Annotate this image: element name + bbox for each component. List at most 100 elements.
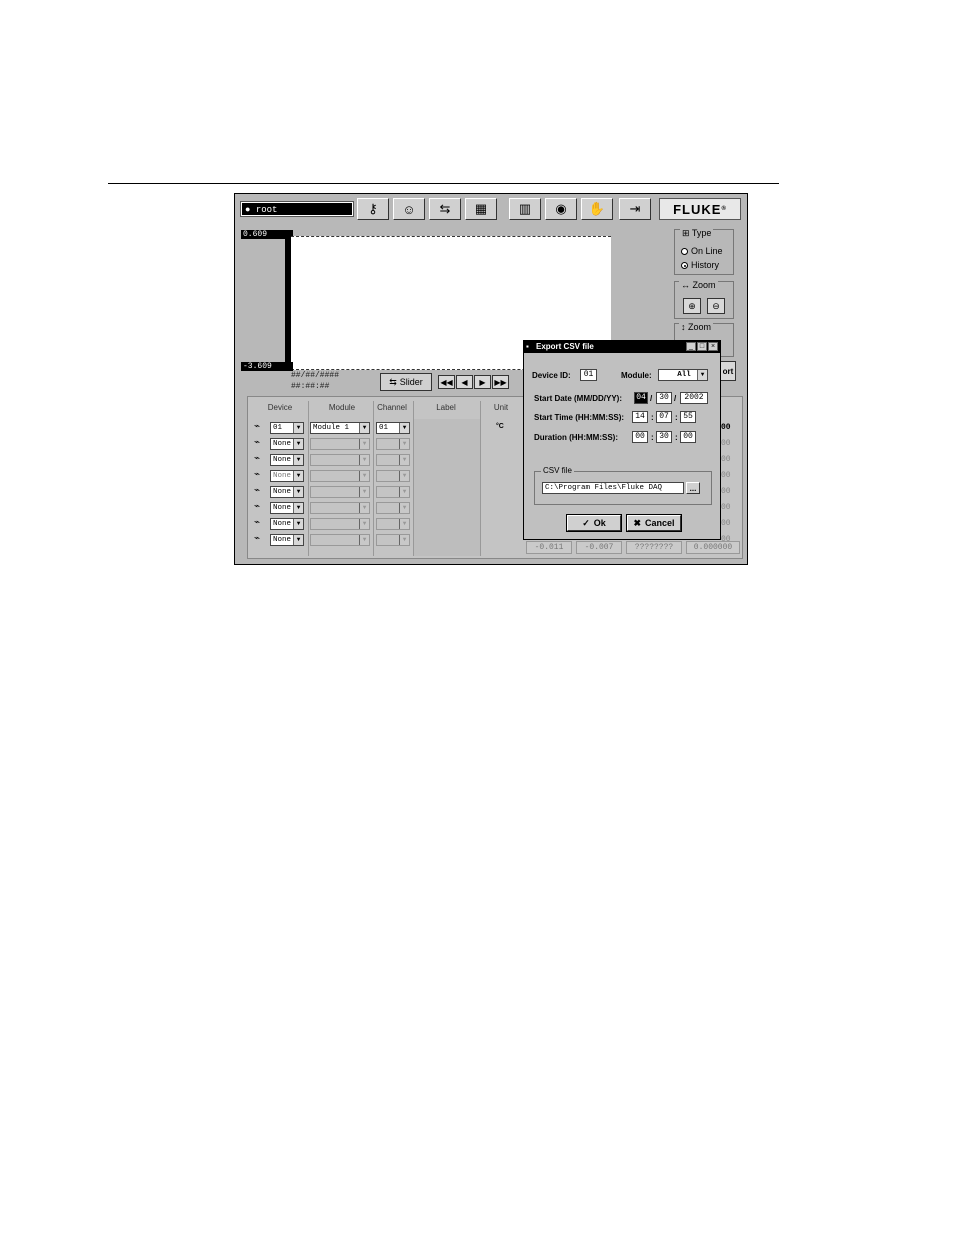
csv-file-group: CSV file C:\Program Files\Fluke DAQ ... [534,466,712,505]
duration-minute-field[interactable]: 30 [656,431,672,443]
device-select[interactable]: 01 ▼ [270,422,304,434]
slider-button[interactable]: ⇆ Slider [380,373,432,391]
chevron-down-icon: ▼ [293,503,303,513]
module-label: Module: [621,371,652,380]
plug-icon: ⌁ [254,469,261,480]
device-select[interactable]: None ▼ [270,470,304,482]
zoom-in-h-button[interactable]: ⊕ [683,298,701,314]
start-year-field[interactable]: 2002 [680,392,708,404]
channel-select: ▼ [376,438,410,450]
module-select: ▼ [310,470,370,482]
online-label: On Line [691,246,723,256]
plug-icon: ⌁ [254,501,261,512]
csv-path-field[interactable]: C:\Program Files\Fluke DAQ [542,482,684,494]
plug-icon: ⌁ [254,453,261,464]
duration-hour-field[interactable]: 00 [632,431,648,443]
time-sep: : [651,433,654,442]
hand-icon: ✋ [588,201,606,216]
fast-forward-icon: ▶▶ [494,377,507,387]
unit-value: °C [496,423,504,430]
zoom-out-h-button[interactable]: ⊖ [707,298,725,314]
fluke-logo: FLUKE ® [659,198,741,220]
first-button[interactable]: ◀◀ [438,375,455,389]
ok-label: Ok [593,518,606,528]
start-second-field[interactable]: 55 [680,411,696,423]
prev-button[interactable]: ◀ [456,375,473,389]
time-sep: : [675,413,678,422]
last-button[interactable]: ▶▶ [492,375,509,389]
module-select: ▼ [310,486,370,498]
start-minute-field[interactable]: 07 [656,411,672,423]
chevron-down-icon: ▼ [399,471,409,481]
bulb-button[interactable]: ◉ [545,198,577,220]
rewind-icon: ◀◀ [440,377,453,387]
col-header-label: Label [436,403,456,412]
bulb-icon: ◉ [555,201,567,216]
ok-button[interactable]: ✓ Ok [566,514,622,532]
device-value: None [273,520,292,528]
plug-icon: ⌁ [254,437,261,448]
value-cell: ???????? [626,541,682,554]
device-select[interactable]: None ▼ [270,534,304,546]
device-value: None [273,456,292,464]
browse-button[interactable]: ... [686,482,700,494]
chevron-down-icon: ▼ [359,455,369,465]
value-fragment: 00 [721,487,731,496]
chart-button[interactable]: ▥ [509,198,541,220]
module-select: ▼ [310,534,370,546]
device-value: 01 [273,424,283,432]
device-select[interactable]: None ▼ [270,518,304,530]
module-select[interactable]: All ▼ [658,369,708,381]
zoom-h-label: Zoom [692,280,716,290]
device-select[interactable]: None ▼ [270,486,304,498]
device-select[interactable]: None ▼ [270,502,304,514]
channel-select: ▼ [376,518,410,530]
maximize-button[interactable]: □ [697,342,707,351]
module-select[interactable]: Module 1 ▼ [310,422,370,434]
value-fragment: 00 [721,519,731,528]
user-button[interactable]: ☺ [393,198,425,220]
device-select[interactable]: None ▼ [270,438,304,450]
chevron-down-icon: ▼ [697,370,707,380]
device-id-field[interactable]: 01 [580,369,597,381]
close-icon: × [710,343,716,350]
zoom-v-label: Zoom [688,322,712,332]
device-value: None [273,472,292,480]
value-fragment: 00 [721,423,731,432]
start-day-field[interactable]: 30 [656,392,672,404]
checkmark-icon: ✓ [582,517,590,528]
minimize-button[interactable]: _ [686,342,696,351]
network-button[interactable]: ▦ [465,198,497,220]
chevron-down-icon: ▼ [399,487,409,497]
exit-button[interactable]: ⇥ [619,198,651,220]
start-date-label: Start Date (MM/DD/YY): [534,394,623,403]
module-select: ▼ [310,518,370,530]
chevron-down-icon: ▼ [399,439,409,449]
start-hour-field[interactable]: 14 [632,411,648,423]
sync-button[interactable]: ⇆ [429,198,461,220]
swap-arrows-icon: ⇆ [389,376,397,387]
online-radio[interactable]: On Line [681,246,723,256]
hand-button[interactable]: ✋ [581,198,613,220]
device-select[interactable]: None ▼ [270,454,304,466]
export-button[interactable]: ort [720,361,736,381]
date-placeholder: ##/##/#### [291,371,340,380]
cancel-button[interactable]: ✖ Cancel [626,514,682,532]
chevron-down-icon: ▼ [293,487,303,497]
person-icon: ☺ [402,201,416,217]
module-value: Module 1 [313,424,350,432]
x-icon: ✖ [633,517,642,528]
duration-second-field[interactable]: 00 [680,431,696,443]
key-button[interactable]: ⚷ [357,198,389,220]
channel-select[interactable]: 01 ▼ [376,422,410,434]
device-value: None [273,440,292,448]
history-radio[interactable]: History [681,260,719,270]
network-icon: ▦ [474,201,488,216]
value-cell: 0.000000 [686,541,740,554]
start-time-label: Start Time (HH:MM:SS): [534,413,625,422]
chevron-down-icon: ▼ [293,471,303,481]
start-month-field[interactable]: 04 [634,392,648,404]
value-cell: -0.007 [576,541,622,554]
next-button[interactable]: ▶ [474,375,491,389]
close-button[interactable]: × [708,342,718,351]
